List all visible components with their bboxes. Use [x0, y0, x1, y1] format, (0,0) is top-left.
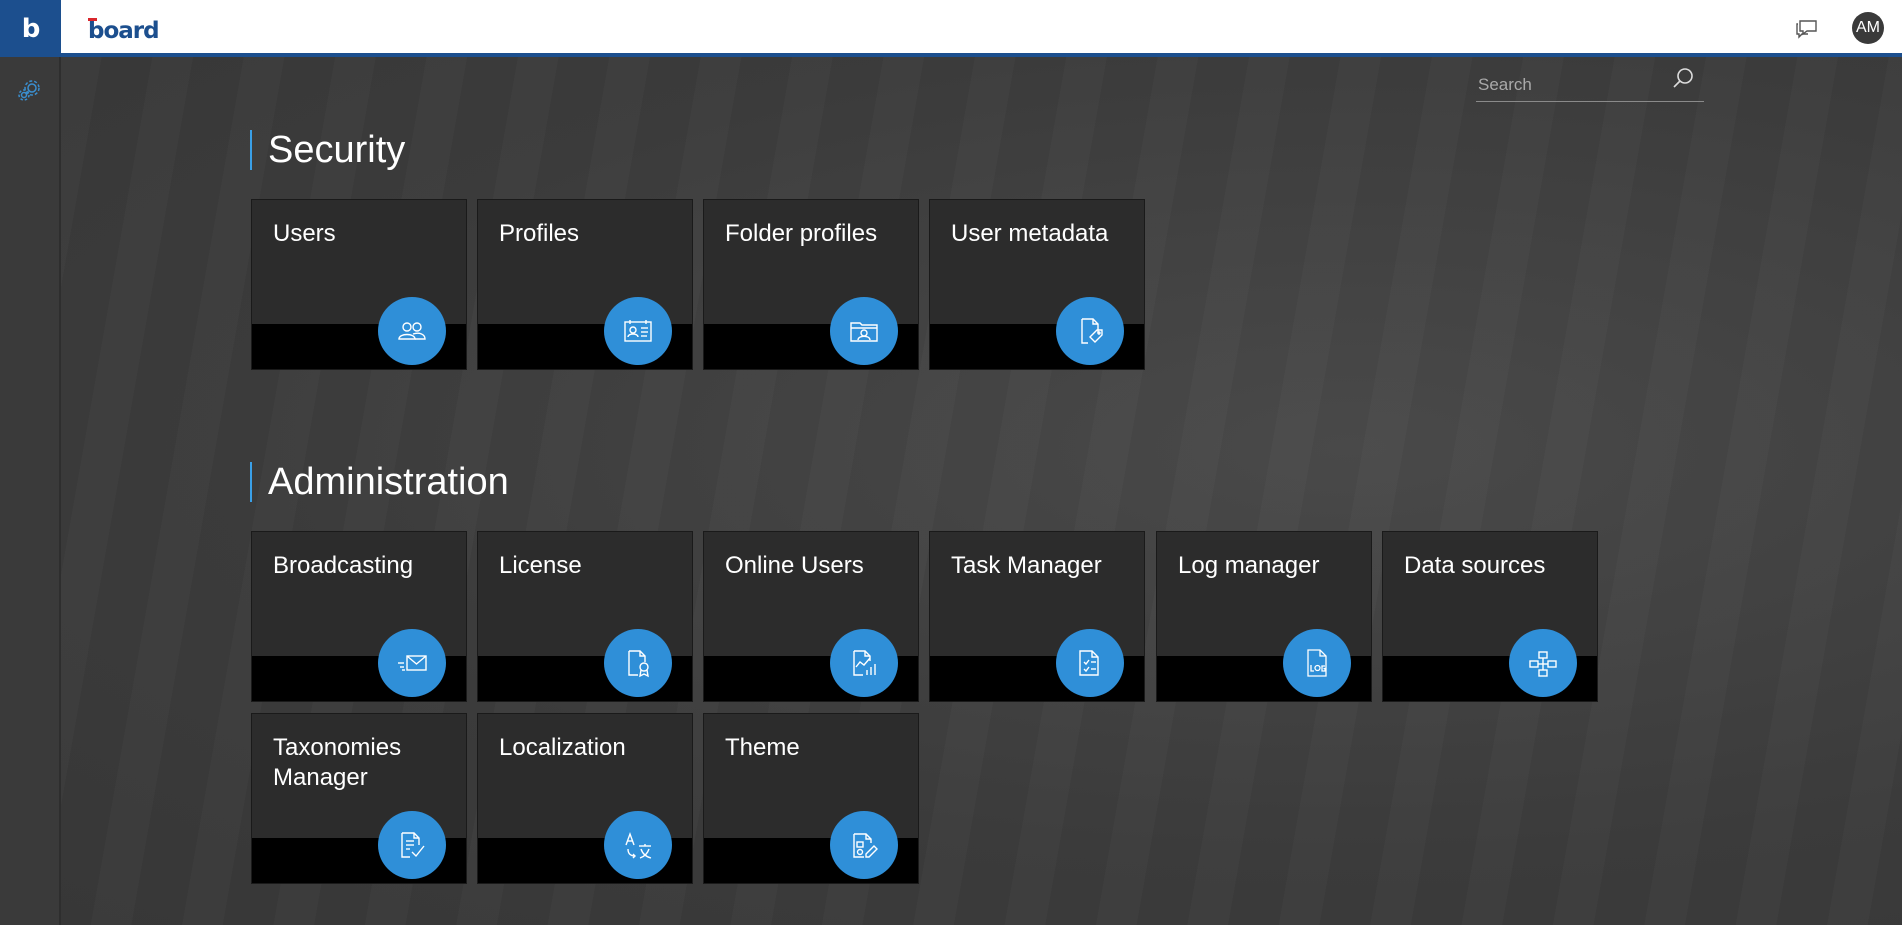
hierarchy-icon: [1509, 629, 1577, 697]
logo-text: board: [88, 18, 160, 44]
tile-label: Theme: [725, 734, 800, 761]
top-bar: b board AM: [0, 0, 1902, 57]
gear-icon[interactable]: [17, 77, 43, 103]
chat-icon[interactable]: [1794, 15, 1820, 41]
tile-folder-profiles[interactable]: Folder profiles: [703, 199, 919, 370]
log-file-icon: [1283, 629, 1351, 697]
document-check-icon: [378, 811, 446, 879]
avatar[interactable]: AM: [1852, 12, 1884, 44]
tile-label: Online Users: [725, 552, 864, 579]
tile-broadcasting[interactable]: Broadcasting: [251, 531, 467, 702]
logo-accent: [88, 18, 97, 21]
users-icon: [378, 297, 446, 365]
tile-label: Taxonomies Manager: [273, 734, 402, 791]
tile-label: Localization: [499, 734, 626, 761]
envelope-send-icon: [378, 629, 446, 697]
tile-label: User metadata: [951, 220, 1109, 247]
tile-online-users[interactable]: Online Users: [703, 531, 919, 702]
search-box: [1476, 66, 1704, 102]
certificate-icon: [604, 629, 672, 697]
tile-users[interactable]: Users: [251, 199, 467, 370]
tile-profiles[interactable]: Profiles: [477, 199, 693, 370]
brand-letter: b: [21, 13, 41, 44]
tile-label: Broadcasting: [273, 552, 414, 579]
checklist-icon: [1056, 629, 1124, 697]
tile-taxonomies-manager[interactable]: Taxonomies Manager: [251, 713, 467, 884]
tile-license[interactable]: License: [477, 531, 693, 702]
brand-home-button[interactable]: b: [0, 0, 61, 57]
tile-label: Data sources: [1404, 552, 1546, 579]
profile-card-icon: [604, 297, 672, 365]
tile-user-metadata[interactable]: User metadata: [929, 199, 1145, 370]
tile-data-sources[interactable]: Data sources: [1382, 531, 1598, 702]
tile-label: Log manager: [1178, 552, 1320, 579]
top-bar-actions: AM: [1794, 12, 1884, 44]
tile-log-manager[interactable]: Log manager: [1156, 531, 1372, 702]
section-title-administration: Administration: [250, 462, 509, 502]
folder-user-icon: [830, 297, 898, 365]
search-input[interactable]: [1476, 74, 1668, 96]
tile-label: Users: [273, 220, 336, 247]
translate-icon: [604, 811, 672, 879]
chart-document-icon: [830, 629, 898, 697]
tile-label: Folder profiles: [725, 220, 878, 247]
search-icon[interactable]: [1672, 66, 1698, 92]
section-title-security: Security: [250, 130, 405, 170]
tile-localization[interactable]: Localization: [477, 713, 693, 884]
document-tag-icon: [1056, 297, 1124, 365]
tile-label: Task Manager: [951, 552, 1102, 579]
board-logo[interactable]: board: [88, 14, 160, 44]
tile-label: License: [499, 552, 582, 579]
tile-label: Profiles: [499, 220, 580, 247]
theme-edit-icon: [830, 811, 898, 879]
tile-task-manager[interactable]: Task Manager: [929, 531, 1145, 702]
sidebar: [0, 57, 61, 925]
tile-theme[interactable]: Theme: [703, 713, 919, 884]
